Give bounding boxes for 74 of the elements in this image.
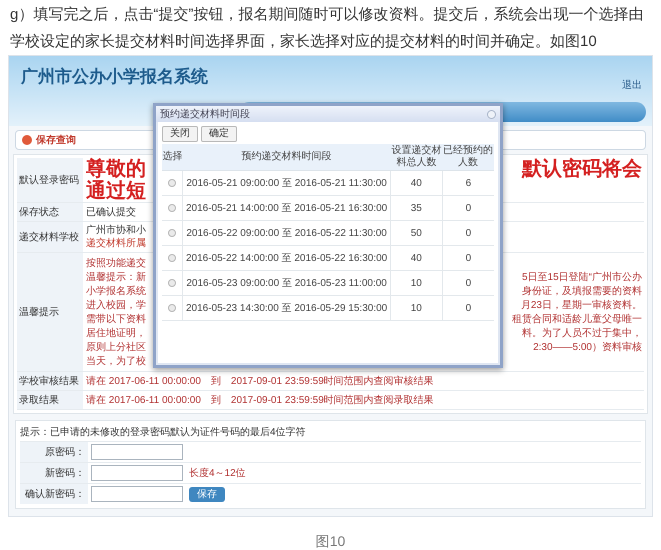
tip-text: 小学报名系统 [86, 284, 146, 298]
table-cell: 0 [442, 220, 494, 246]
table-cell: 0 [442, 196, 494, 220]
tip-text: 料。为了人员不过于集中， [522, 326, 642, 340]
table-cell: 2016-05-23 14:30:00 至 2016-05-29 15:30:00 [182, 296, 390, 320]
table-cell: 2016-05-23 09:00:00 至 2016-05-23 11:00:00 [182, 270, 390, 296]
column-header: 设置递交材料总人数 [390, 144, 442, 170]
table-cell: 0 [442, 296, 494, 320]
table-cell: 6 [442, 170, 494, 196]
notice-text: 尊敬的 [86, 158, 146, 180]
site-title: 广州市公办小学报名系统 [21, 66, 208, 88]
radio-button[interactable] [168, 229, 176, 237]
logout-link[interactable]: 退出 [622, 78, 642, 93]
dialog-button[interactable]: 关闭 [162, 126, 198, 142]
field-label: 递交材料学校 [19, 230, 79, 244]
radio-button[interactable] [168, 204, 176, 212]
field-label: 默认登录密码 [19, 174, 79, 188]
table-cell: 0 [442, 246, 494, 270]
table-cell: 2016-05-21 09:00:00 至 2016-05-21 11:30:00 [182, 170, 390, 196]
field-value: 已确认提交 [86, 206, 136, 220]
radio-button[interactable] [168, 254, 176, 262]
result-text: 请在 2017-06-11 00:00:00 到 2017-09-01 23:59:59时间范围内查阅审核结果 [86, 374, 434, 388]
field-label: 录取结果 [19, 394, 59, 408]
save-query-link[interactable]: 保存查询 [36, 132, 76, 148]
password-field[interactable] [91, 444, 183, 460]
figure-caption: 图10 [314, 532, 346, 550]
hint-text: 提示：已申请的未修改的登录密码默认为证件号码的最后4位字符 [20, 426, 307, 440]
column-header: 已经预约的人数 [442, 144, 494, 170]
tip-text: 5日至15日登陆“广州市公办 [522, 270, 642, 284]
dialog-button[interactable]: 确定 [201, 126, 237, 142]
table-cell: 2016-05-22 09:00:00 至 2016-05-22 11:30:00 [182, 220, 390, 246]
field-label: 保存状态 [19, 206, 59, 220]
field-label: 确认新密码： [25, 488, 85, 502]
tip-text: 需带以下资料 [86, 312, 146, 326]
result-text: 请在 2017-06-11 00:00:00 到 2017-09-01 23:59:59时间范围内查阅录取结果 [86, 394, 434, 408]
length-note: 长度4～12位 [189, 466, 246, 480]
notice-text: 默认密码将会 [522, 158, 642, 180]
tip-text: 居住地证明， [86, 326, 146, 340]
tip-text: 原则上分社区 [86, 340, 146, 354]
table-cell: 2016-05-21 14:00:00 至 2016-05-21 16:30:00 [182, 196, 390, 220]
tip-text: 租赁合同和适龄儿童父母唯一 [512, 312, 642, 326]
password-field[interactable] [91, 465, 183, 481]
field-value: 递交材料所属 [86, 237, 146, 250]
tip-text: 月23日，星期一审核资料。 [520, 298, 642, 312]
notice-text: 通过短 [86, 180, 146, 202]
tip-text: 进入校园，学 [86, 298, 146, 312]
field-label: 原密码： [45, 446, 85, 460]
dialog-title: 预约递交材料时间段 [160, 108, 250, 122]
tip-text: 2:30——5:00）资料审核 [533, 340, 642, 354]
field-label: 温馨提示 [19, 306, 59, 320]
article-paragraph: g）填写完之后，点击“提交”按钮，报名期间随时可以修改资料。提交后，系统会出现一个选择由学校设定的家长提交材料时间选择界面，家长选择对应的提交材料的时间并确定。如图10 [9, 5, 644, 52]
tip-text: 温馨提示：新 [86, 270, 146, 284]
table-cell: 0 [442, 270, 494, 296]
close-icon[interactable] [487, 110, 496, 118]
table-cell: 2016-05-22 14:00:00 至 2016-05-22 16:30:00 [182, 246, 390, 270]
tip-text: 身份证，及填报需要的资料 [522, 284, 642, 298]
radio-button[interactable] [168, 179, 176, 187]
save-button[interactable]: 保存 [189, 486, 225, 502]
table-cell: 10 [390, 296, 442, 320]
table-cell: 50 [390, 220, 442, 246]
table-cell: 10 [390, 270, 442, 296]
table-cell: 40 [390, 246, 442, 270]
column-header: 预约递交材料时间段 [182, 144, 390, 170]
tip-text: 当天，为了校 [86, 354, 146, 368]
field-label: 学校审核结果 [19, 374, 79, 388]
table-cell: 35 [390, 196, 442, 220]
tip-text: 按照功能递交 [86, 256, 146, 270]
field-label: 新密码： [45, 466, 85, 480]
field-value: 广州市协和小 [86, 224, 146, 237]
password-field[interactable] [91, 486, 183, 502]
radio-button[interactable] [168, 279, 176, 287]
table-cell: 40 [390, 170, 442, 196]
radio-button[interactable] [168, 304, 176, 312]
column-header: 选择 [162, 144, 183, 170]
